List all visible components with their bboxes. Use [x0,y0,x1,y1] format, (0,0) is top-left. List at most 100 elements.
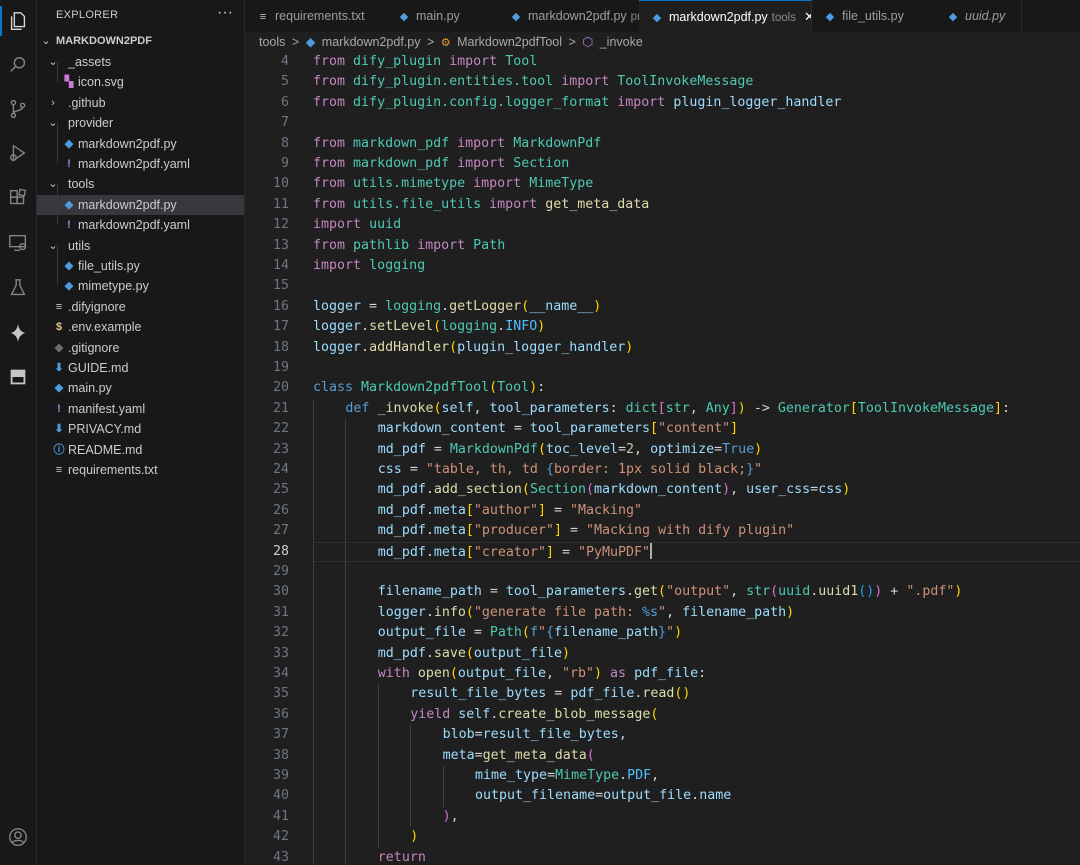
code-line[interactable]: 4 from dify_plugin import Tool [245,52,1080,72]
tree-file[interactable]: ≡ .difyignore [37,297,244,317]
tree-file[interactable]: ⓘ README.md [37,440,244,460]
tree-file[interactable]: ! markdown2pdf.yaml [37,215,244,235]
code-line[interactable]: 42) [245,827,1080,848]
search-icon[interactable] [3,50,33,80]
editor-tab[interactable]: ≡ requirements.txt [245,0,387,32]
account-icon[interactable] [3,822,33,852]
code-line[interactable]: 38 meta=get_meta_data( [245,745,1080,766]
tree-root[interactable]: ⌄ MARKDOWN2PDF [37,31,244,51]
code-line[interactable]: 16 logger = logging.getLogger(__name__) [245,297,1080,317]
code-line[interactable]: 33 md_pdf.save(output_file) [245,643,1080,664]
tree-file[interactable]: ◆ mimetype.py [37,276,244,296]
remote-explorer-icon[interactable] [3,228,33,258]
code-line[interactable]: 13 from pathlib import Path [245,236,1080,256]
code-line[interactable]: 43 return [245,847,1080,865]
code-token: . [619,768,628,783]
code-line[interactable]: 18 logger.addHandler(plugin_logger_handle… [245,338,1080,358]
tree-file[interactable]: ◆ main.py [37,378,244,398]
tree-file[interactable]: ! manifest.yaml [37,399,244,419]
tree-folder[interactable]: ⌄ tools [37,174,244,194]
tree-item-label: utils [68,238,91,253]
code-token: ToolInvokeMessage [617,74,754,90]
code-line[interactable]: 21 def _invoke(self, tool_parameters: dic… [245,398,1080,420]
code-line[interactable]: 36 yield self.create_blob_message( [245,704,1080,726]
tree-folder[interactable]: ⌄ provider [37,113,244,133]
code-line[interactable]: 5 from dify_plugin.entities.tool import T… [245,72,1080,92]
code-line[interactable]: 20 class Markdown2pdfTool(Tool): [245,378,1080,398]
code-line[interactable]: 35 result_file_bytes = pdf_file.read() [245,684,1080,705]
code-line[interactable]: 8 from markdown_pdf import MarkdownPdf [245,134,1080,154]
code-line[interactable]: 27 md_pdf.meta["producer"] = "Macking wit… [245,521,1080,542]
code-line[interactable]: 39 mime_type=MimeType.PDF, [245,766,1080,787]
code-token: "content" [658,421,731,437]
code-line[interactable]: 10 from utils.mimetype import MimeType [245,174,1080,194]
code-line[interactable]: 6 from dify_plugin.config.logger_format i… [245,93,1080,113]
code-token: result_file_bytes [410,686,547,702]
tree-file[interactable]: $ .env.example [37,317,244,337]
tree-folder[interactable]: ⌄ _assets [37,52,244,72]
editor-tab[interactable]: ◆ uuid.py [935,0,1022,32]
extensions-icon[interactable] [3,183,33,213]
code-line[interactable]: 17 logger.setLevel(logging.INFO) [245,317,1080,337]
code-token: plugin_logger_handler [457,339,626,355]
tree-file[interactable]: ⬇ GUIDE.md [37,358,244,378]
panel-icon[interactable] [3,362,33,392]
code-editor[interactable]: 4 from dify_plugin import Tool 5 from dify_… [245,52,1080,865]
testing-icon[interactable] [3,273,33,303]
source-control-icon[interactable] [3,94,33,124]
code-token: dify_plugin.config.logger_format [353,94,610,110]
code-line[interactable]: 32 output_file = Path(f"{filename_path}") [245,623,1080,644]
code-line[interactable]: 23 md_pdf = MarkdownPdf(toc_level=2, opti… [245,439,1080,460]
breadcrumb-folder[interactable]: tools [259,35,285,49]
editor-tab[interactable]: ◆markdown2pdf.pyprovider [498,0,640,32]
line-number: 19 [272,360,289,375]
code-line[interactable]: 25 md_pdf.add_section(Section(markdown_co… [245,480,1080,501]
code-line[interactable]: 15 [245,276,1080,296]
code-token: = [561,523,587,539]
code-line[interactable]: 29 [245,562,1080,583]
tree-file[interactable]: ◆ file_utils.py [37,256,244,276]
breadcrumb-method[interactable]: _invoke [600,35,643,49]
more-ellipsis-icon[interactable]: ··· [217,4,233,22]
code-token: md_pdf [377,441,426,457]
code-line[interactable]: 37 blob=result_file_bytes, [245,725,1080,746]
editor-tab[interactable]: ◆ markdown2pdf.pytools ✕ [639,0,812,33]
tree-file[interactable]: ◆ .gitignore [37,338,244,358]
code-line[interactable]: 19 [245,358,1080,378]
tree-file[interactable]: ▚ icon.svg [37,72,244,92]
breadcrumb-file[interactable]: markdown2pdf.py [322,35,421,49]
code-line[interactable]: 24 css = "table, th, td {border: 1px soli… [245,460,1080,481]
editor-tab[interactable]: ◆ file_utils.py [812,0,936,32]
close-icon[interactable]: ✕ [804,9,811,24]
run-debug-icon[interactable] [3,138,33,168]
tree-file[interactable]: ≡ requirements.txt [37,460,244,480]
breadcrumb-class[interactable]: Markdown2pdfTool [457,35,562,49]
code-line[interactable]: 30 filename_path = tool_parameters.get("o… [245,582,1080,603]
code-line[interactable]: 28 md_pdf.meta["creator"] = "PyMuPDF" [245,541,1080,563]
explorer-icon[interactable] [0,6,33,36]
code-line[interactable]: 26 md_pdf.meta["author"] = "Macking" [245,500,1080,522]
code-line[interactable]: 41), [245,806,1080,828]
code-line[interactable]: 9 from markdown_pdf import Section [245,154,1080,174]
code-line[interactable]: 40 output_filename=output_file.name [245,786,1080,807]
tree-file[interactable]: ◆ markdown2pdf.py [37,134,244,154]
code-line[interactable]: 14 import logging [245,256,1080,276]
code-line[interactable]: 34 with open(output_file, "rb") as pdf_fi… [245,664,1080,685]
code-content: meta=get_meta_data( [313,745,1080,766]
tree-file[interactable]: ◆ markdown2pdf.py [37,194,244,215]
copilot-icon[interactable] [3,318,33,348]
indent-guide [345,827,347,848]
tree-file[interactable]: ! markdown2pdf.yaml [37,154,244,174]
code-line[interactable]: 7 [245,113,1080,133]
code-line[interactable]: 31 logger.info("generate file path: %s", … [245,602,1080,624]
code-token: = [474,747,483,763]
tree-folder[interactable]: ⌄ utils [37,236,244,256]
code-line[interactable]: 12 import uuid [245,215,1080,235]
tab-label: uuid.py [965,9,1006,23]
code-line[interactable]: 22 markdown_content = tool_parameters["co… [245,419,1080,440]
tree-folder[interactable]: › .github [37,93,244,113]
code-line[interactable]: 11 from utils.file_utils import get_meta_… [245,195,1080,215]
tree-file[interactable]: ⬇ PRIVACY.md [37,419,244,439]
editor-tab[interactable]: ◆ main.py [386,0,499,32]
